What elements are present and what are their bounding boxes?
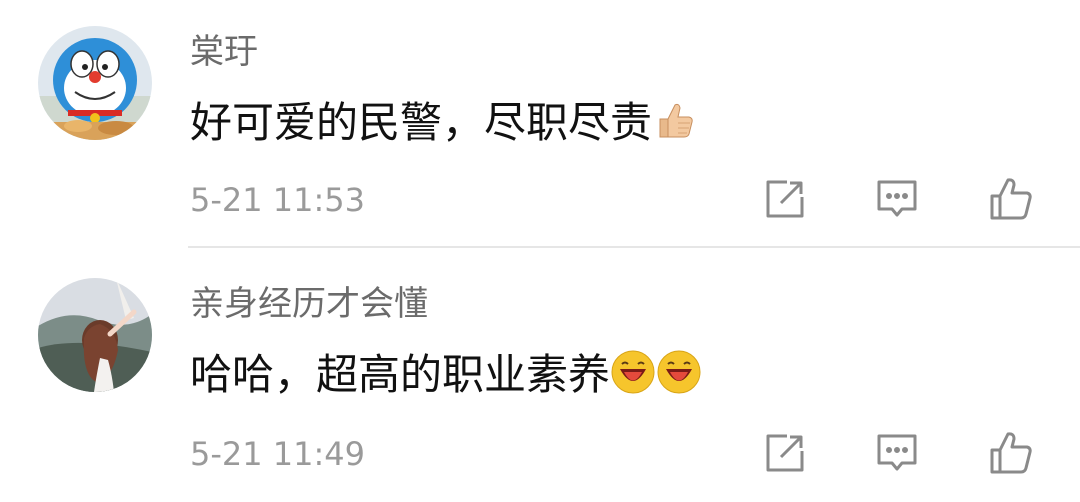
thumbs-up-icon <box>652 99 696 156</box>
reply-icon <box>877 434 917 471</box>
comment-time: 5-21 11:53 <box>190 181 366 219</box>
like-button[interactable] <box>984 172 1038 226</box>
comment-text: 好可爱的民警，尽职尽责 <box>190 96 696 156</box>
comment-text-content: 哈哈，超高的职业素养 <box>190 350 611 399</box>
comment-item: 亲身经历才会懂 哈哈，超高的职业素养 5-21 11:49 <box>0 250 1080 502</box>
comment-text-content: 好可爱的民警，尽职尽责 <box>190 98 653 147</box>
comment-time: 5-21 11:49 <box>190 435 366 473</box>
like-icon <box>990 432 1032 474</box>
reply-icon <box>877 180 917 217</box>
comment-item: 棠玗 好可爱的民警，尽职尽责 5-21 11:53 <box>0 0 1080 250</box>
share-button[interactable] <box>758 172 812 226</box>
divider <box>188 246 1080 248</box>
comment-username[interactable]: 亲身经历才会懂 <box>190 282 428 326</box>
like-icon <box>990 178 1032 220</box>
share-icon <box>766 434 804 472</box>
reply-button[interactable] <box>870 426 924 480</box>
laughing-face-icon <box>610 349 656 408</box>
share-button[interactable] <box>758 426 812 480</box>
like-button[interactable] <box>984 426 1038 480</box>
comment-username[interactable]: 棠玗 <box>190 30 258 74</box>
avatar[interactable] <box>38 26 152 140</box>
avatar[interactable] <box>38 278 152 392</box>
reply-button[interactable] <box>870 172 924 226</box>
share-icon <box>766 180 804 218</box>
comment-text: 哈哈，超高的职业素养 <box>190 348 702 408</box>
laughing-face-icon <box>656 349 702 408</box>
